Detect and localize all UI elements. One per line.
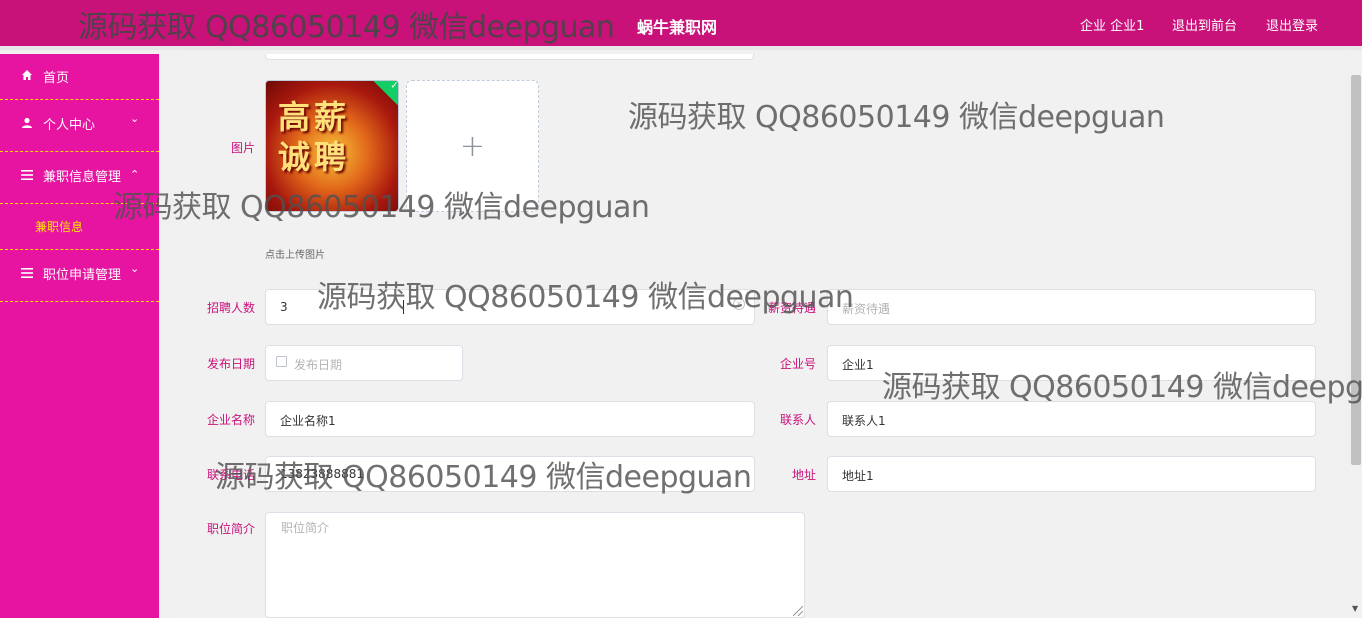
- plus-icon: +: [459, 128, 486, 164]
- sidebar-item-label: 职位申请管理: [43, 268, 122, 283]
- sidebar-item-home[interactable]: 首页: [0, 54, 159, 100]
- company-name-label: 企业名称: [206, 413, 255, 427]
- upload-tip: 点击上传图片: [265, 250, 325, 261]
- sidebar-item-label: 首页: [43, 71, 70, 86]
- top-header: 蜗牛兼职网 企业 企业1 退出到前台 退出登录: [0, 0, 1362, 50]
- sidebar: 首页 个人中心 ⌄ 兼职信息管理 ⌃ 兼职信息 职位申请管理 ⌄: [0, 54, 159, 618]
- user-icon: [20, 116, 34, 130]
- sidebar-item-personal-center[interactable]: 个人中心 ⌄: [0, 100, 159, 152]
- recruit-count-label: 招聘人数: [206, 301, 255, 315]
- sidebar-item-job-info-management[interactable]: 兼职信息管理 ⌃: [0, 152, 159, 204]
- sidebar-subitem-label: 兼职信息: [35, 220, 84, 234]
- recruit-count-input[interactable]: 3: [265, 289, 755, 325]
- address-input[interactable]: 地址1: [827, 456, 1316, 492]
- sidebar-item-application-management[interactable]: 职位申请管理 ⌄: [0, 250, 159, 302]
- chevron-down-icon: ⌄: [130, 112, 140, 125]
- scrollbar-thumb[interactable]: [1351, 75, 1361, 465]
- logout-link[interactable]: 退出登录: [1266, 15, 1318, 34]
- phone-label: 联系电话: [206, 468, 255, 482]
- chevron-up-icon: ⌃: [130, 168, 140, 181]
- contact-label: 联系人: [779, 413, 816, 427]
- address-label: 地址: [791, 468, 816, 482]
- salary-label: 薪资待遇: [767, 301, 816, 315]
- menu-icon: [20, 168, 34, 182]
- company-name-input[interactable]: 企业名称1: [265, 401, 755, 437]
- publish-date-picker[interactable]: 发布日期: [265, 345, 463, 381]
- salary-input[interactable]: 薪资待遇: [827, 289, 1316, 325]
- intro-textarea[interactable]: 职位简介: [265, 512, 805, 618]
- sidebar-item-label: 个人中心: [43, 118, 96, 133]
- sidebar-item-label: 兼职信息管理: [43, 170, 122, 185]
- company-no-input[interactable]: 企业1: [827, 345, 1316, 381]
- site-title: 蜗牛兼职网: [637, 18, 718, 37]
- sidebar-subitem-job-info[interactable]: 兼职信息: [0, 204, 159, 250]
- user-info-link[interactable]: 企业 企业1: [1080, 15, 1144, 34]
- calendar-icon: [276, 356, 287, 367]
- text-cursor-icon: [403, 300, 404, 314]
- publish-date-label: 发布日期: [206, 357, 255, 371]
- image-caption: 高薪 诚聘: [278, 98, 351, 176]
- menu-icon: [20, 266, 34, 280]
- company-no-label: 企业号: [779, 357, 816, 371]
- back-to-frontend-link[interactable]: 退出到前台: [1172, 15, 1237, 34]
- scroll-down-arrow-icon[interactable]: ▼: [1352, 604, 1358, 613]
- resize-handle-icon[interactable]: [793, 606, 803, 616]
- uploaded-image-thumbnail[interactable]: 高薪 诚聘 ✓: [265, 80, 399, 212]
- chevron-down-icon: ⌄: [130, 262, 140, 275]
- contact-input[interactable]: 联系人1: [827, 401, 1316, 437]
- phone-input[interactable]: 13823888881: [265, 456, 755, 492]
- image-label: 图片: [230, 141, 255, 155]
- clear-icon[interactable]: ×: [733, 298, 745, 310]
- previous-input-field[interactable]: [265, 54, 754, 60]
- home-icon: [20, 68, 34, 82]
- upload-add-button[interactable]: +: [406, 80, 539, 212]
- intro-label: 职位简介: [206, 522, 255, 536]
